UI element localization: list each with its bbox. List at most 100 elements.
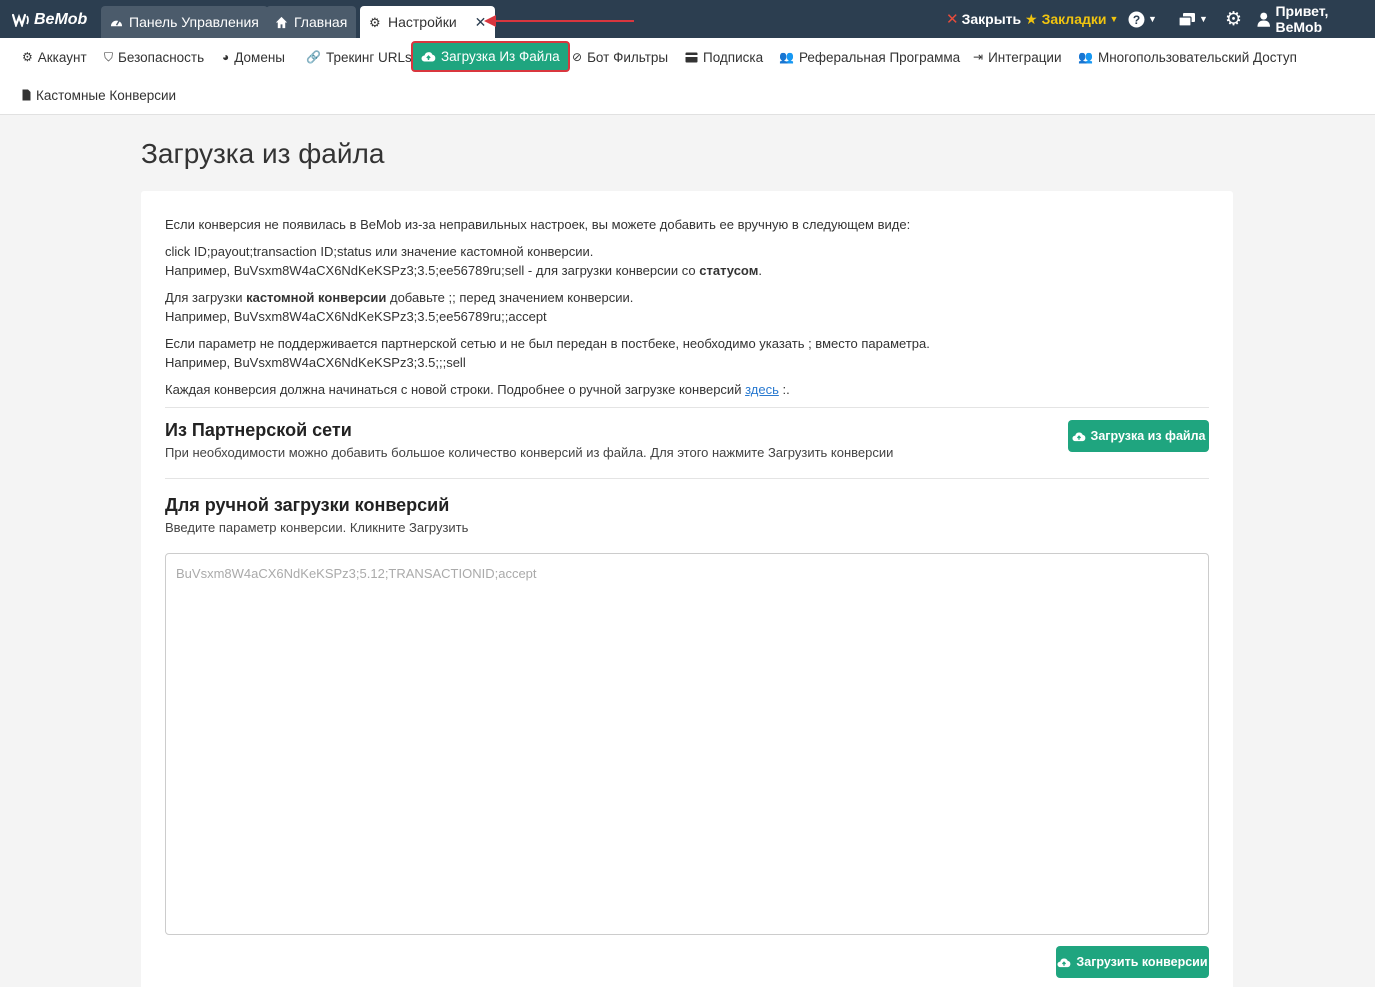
chevron-down-icon: ▼ — [1199, 14, 1208, 24]
nav-bot-filters[interactable]: ⊘ Бот Фильтры — [572, 42, 668, 72]
user-cog-icon: 👥 — [1078, 50, 1093, 64]
upload-card: Если конверсия не появилась в BeMob из-з… — [141, 191, 1233, 987]
nav-referral[interactable]: 👥 Реферальная Программа — [779, 42, 960, 72]
nav-account[interactable]: ⚙ Аккаунт — [22, 42, 87, 72]
nav-label: Аккаунт — [37, 49, 87, 65]
tab-home[interactable]: Главная — [266, 6, 357, 38]
custom-block: Для загрузки кастомной конверсии добавьт… — [165, 288, 633, 326]
example-status-bold: статусом — [699, 263, 759, 278]
nav-label: Домены — [234, 49, 286, 65]
close-x-icon: ✕ — [946, 11, 959, 28]
globe-icon: ◕ — [222, 50, 230, 64]
divider — [165, 407, 1209, 408]
svg-text:?: ? — [1133, 13, 1140, 27]
cloud-upload-icon — [1071, 431, 1085, 441]
nav-file-upload[interactable]: Загрузка Из Файла — [411, 41, 570, 72]
close-label: Закрыть — [961, 11, 1022, 27]
user-icon — [1257, 12, 1270, 27]
format-line: click ID;payout;transaction ID;status ил… — [165, 244, 594, 259]
button-label: Загрузить конверсии — [1076, 955, 1208, 969]
settings-button[interactable]: ⚙ — [1225, 0, 1242, 38]
logo-icon — [12, 13, 29, 27]
nav-label: Кастомные Конверсии — [36, 87, 177, 103]
nav-tracking-urls[interactable]: 🔗 Трекинг URLs — [306, 42, 412, 72]
nav-label: Загрузка Из Файла — [441, 49, 560, 64]
custom-line: Для загрузки кастомной конверсии добавьт… — [165, 288, 633, 307]
copy-icon — [1178, 12, 1195, 27]
intro-text: Если конверсия не появилась в BeMob из-з… — [165, 217, 911, 232]
example-custom: Например, BuVsxm8W4aCX6NdKeKSPz3;3.5;ee5… — [165, 309, 547, 324]
top-bar: BeMob Панель Управления Главная ⚙ Настро… — [0, 0, 1375, 38]
logo-text: BeMob — [34, 11, 88, 28]
nav-domains[interactable]: ◕ Домены — [222, 42, 285, 72]
nav-custom-conversions[interactable]: Кастомные Конверсии — [22, 80, 176, 110]
tab-settings[interactable]: ⚙ Настройки ✕ — [360, 6, 496, 38]
home-icon — [275, 16, 288, 28]
upload-conversions-button[interactable]: Загрузить конверсии — [1056, 946, 1209, 978]
nav-subscription[interactable]: Подписка — [685, 42, 763, 72]
divider — [165, 478, 1209, 479]
plug-icon: ⇥ — [973, 50, 984, 64]
conversions-textarea[interactable] — [165, 553, 1209, 935]
users-icon: 👥 — [779, 50, 794, 64]
nav-integrations[interactable]: ⇥ Интеграции — [973, 42, 1062, 72]
page-title: Загрузка из файла — [141, 138, 385, 169]
example-status: Например, BuVsxm8W4aCX6NdKeKSPz3;3.5;ee5… — [165, 261, 762, 280]
nav-label: Интеграции — [988, 49, 1062, 65]
nav-label: Трекинг URLs — [325, 49, 412, 65]
manual-section-desc: Введите параметр конверсии. Кликните Заг… — [165, 520, 469, 535]
user-greeting: Привет, BeMob — [1275, 3, 1329, 35]
cloud-upload-icon — [1057, 957, 1071, 967]
newline-suffix: :. — [778, 382, 790, 397]
custom-suffix: добавьте ;; перед значением конверсии. — [386, 290, 634, 305]
gear-icon: ⚙ — [1225, 8, 1243, 30]
workspace-menu[interactable]: ▼ — [1178, 0, 1208, 38]
gear-icon: ⚙ — [369, 14, 381, 30]
example-status-suffix: . — [758, 263, 762, 278]
credit-card-icon — [685, 52, 698, 62]
bemob-logo[interactable]: BeMob — [12, 9, 87, 31]
close-button[interactable]: ✕ Закрыть — [946, 0, 1021, 38]
bookmarks-label: Закладки — [1041, 11, 1107, 27]
file-icon — [22, 89, 31, 101]
nav-security[interactable]: ⛉ Безопасность — [104, 42, 204, 72]
help-link[interactable]: здесь — [745, 382, 779, 397]
nav-multiuser[interactable]: 👥 Многопользовательский Доступ — [1078, 42, 1297, 72]
custom-bold: кастомной конверсии — [246, 290, 387, 305]
settings-nav: ⚙ Аккаунт ⛉ Безопасность ◕ Домены 🔗 Трекинг … — [0, 38, 1375, 115]
nav-label: Реферальная Программа — [798, 49, 961, 65]
gear-icon: ⚙ — [22, 50, 33, 64]
newline-text: Каждая конверсия должна начинаться с нов… — [165, 382, 746, 397]
newline-note: Каждая конверсия должна начинаться с нов… — [165, 380, 790, 399]
param-note: Если параметр не поддерживается партнерс… — [165, 336, 930, 351]
manual-section-title: Для ручной загрузки конверсий — [165, 495, 450, 515]
tab-label: Настройки — [388, 14, 457, 30]
nav-label: Бот Фильтры — [587, 49, 669, 65]
tab-label: Главная — [294, 14, 348, 30]
tab-label: Панель Управления — [129, 14, 259, 30]
user-menu[interactable]: Привет, BeMob — [1257, 0, 1375, 38]
nav-label: Многопользовательский Доступ — [1097, 49, 1297, 65]
help-menu[interactable]: ? ▼ — [1128, 0, 1157, 38]
chevron-down-icon: ▼ — [1109, 14, 1119, 24]
cloud-upload-icon — [421, 52, 436, 62]
tab-dashboard[interactable]: Панель Управления — [101, 6, 268, 38]
help-icon: ? — [1128, 11, 1145, 27]
shield-icon: ⛉ — [104, 49, 114, 64]
custom-prefix: Для загрузки — [165, 290, 247, 305]
example-status-text: Например, BuVsxm8W4aCX6NdKeKSPz3;3.5;ee5… — [165, 263, 700, 278]
upload-from-file-button[interactable]: Загрузка из файла — [1068, 420, 1209, 452]
format-block: click ID;payout;transaction ID;status ил… — [165, 242, 762, 280]
link-icon: 🔗 — [306, 50, 321, 64]
bookmarks-menu[interactable]: ★ Закладки ▼ — [1025, 0, 1118, 38]
param-block: Если параметр не поддерживается партнерс… — [165, 334, 930, 372]
star-icon: ★ — [1025, 10, 1038, 27]
partner-section-desc: При необходимости можно добавить большое… — [165, 445, 894, 460]
example-param: Например, BuVsxm8W4aCX6NdKeKSPz3;3.5;;;s… — [165, 355, 466, 370]
dashboard-icon — [110, 19, 123, 26]
button-label: Загрузка из файла — [1090, 429, 1206, 443]
nav-label: Безопасность — [118, 49, 205, 65]
chevron-down-icon: ▼ — [1148, 14, 1157, 24]
ban-icon: ⊘ — [572, 50, 583, 64]
nav-label: Подписка — [703, 49, 764, 65]
